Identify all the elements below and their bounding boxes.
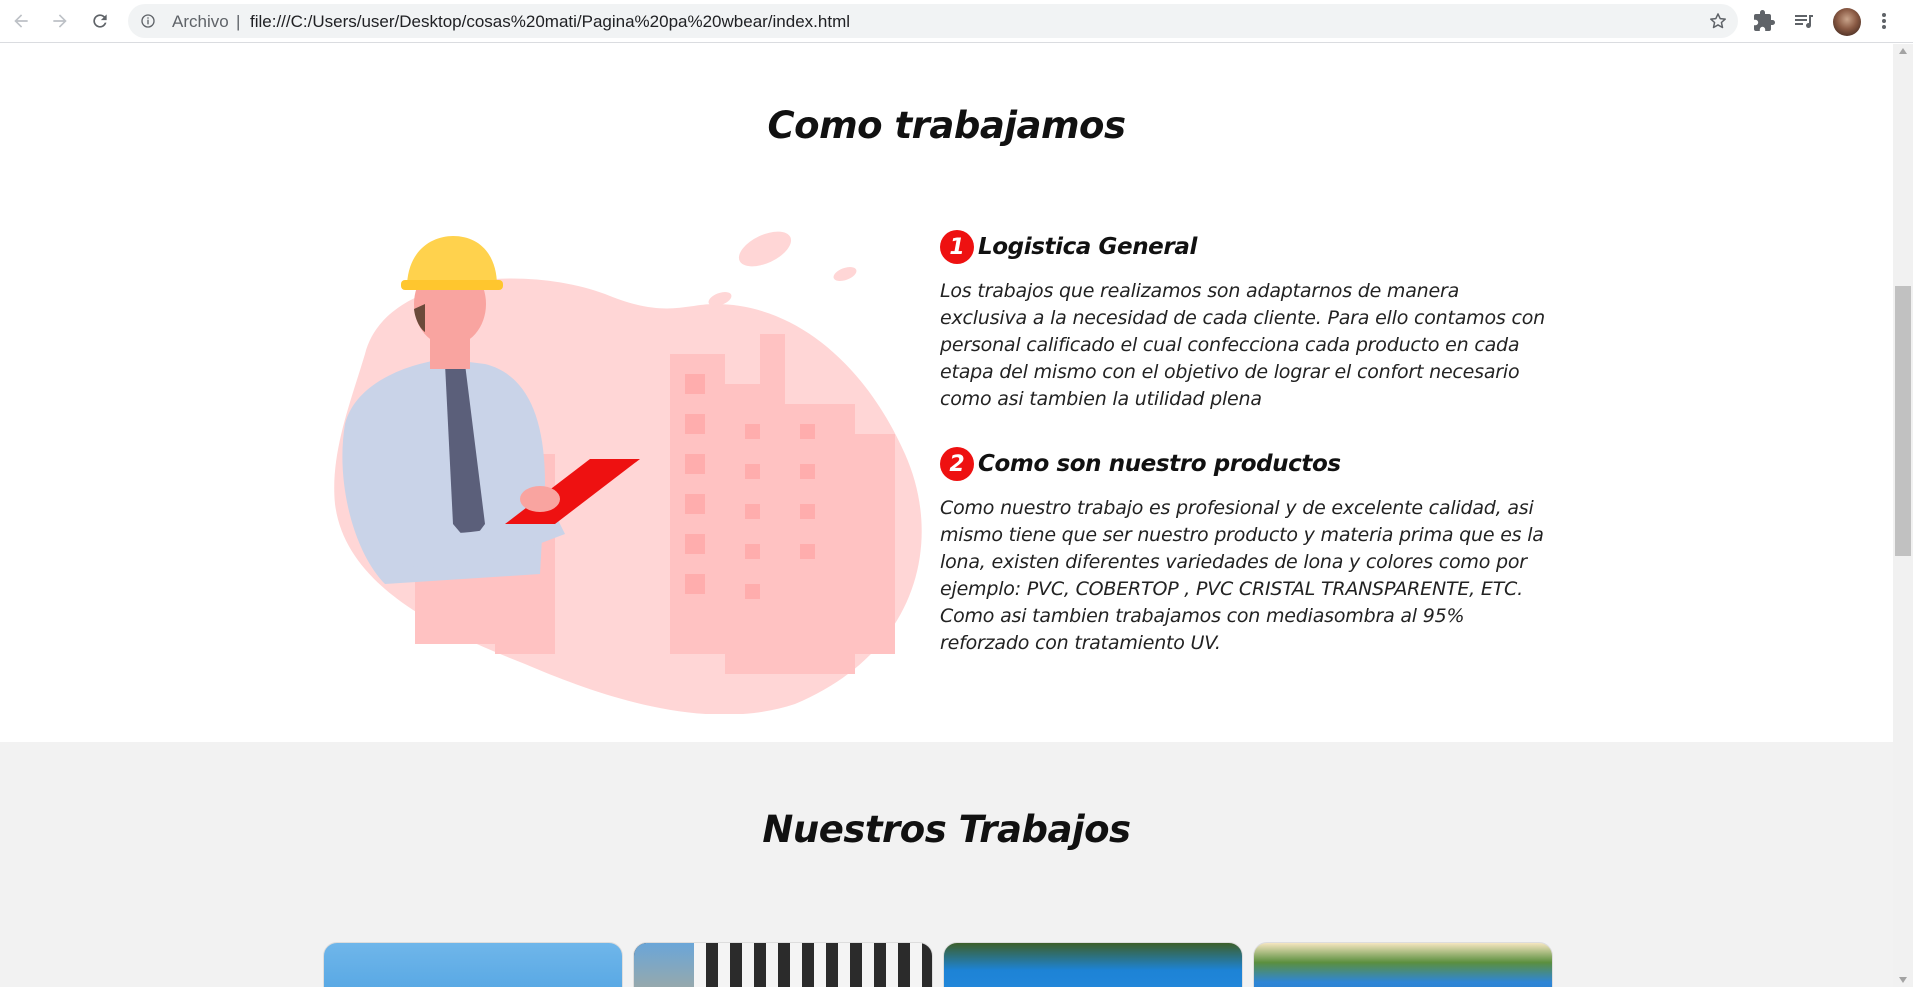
scrollbar-thumb[interactable] <box>1895 286 1911 556</box>
forward-icon <box>53 14 67 28</box>
section-title: Nuestros Trabajos <box>762 808 1131 851</box>
feature-productos: 2 Como son nuestro productos Como nuestr… <box>940 446 1550 657</box>
browser-toolbar: Archivo | file:///C:/Users/user/Desktop/… <box>0 0 1913 43</box>
leaves <box>708 231 857 306</box>
feature-logistica: 1 Logistica General Los trabajos que rea… <box>940 229 1550 413</box>
extensions-icon[interactable] <box>1752 9 1776 33</box>
reload-button[interactable] <box>87 8 113 34</box>
feature-description: Como nuestro trabajo es profesional y de… <box>940 497 1544 654</box>
work-thumbnail[interactable] <box>943 942 1243 987</box>
back-button[interactable] <box>8 8 34 34</box>
star-icon[interactable] <box>1708 11 1728 31</box>
scroll-up-arrow[interactable] <box>1899 48 1907 54</box>
reload-icon <box>93 14 107 28</box>
menu-icon[interactable] <box>1876 9 1892 33</box>
worker-illustration <box>334 231 922 714</box>
works-gallery <box>323 942 1563 987</box>
scroll-down-arrow[interactable] <box>1899 977 1907 983</box>
scheme-separator: | <box>236 12 241 31</box>
feature-number-badge: 2 <box>940 447 974 481</box>
feature-title: Logistica General <box>978 234 1197 260</box>
work-thumbnail[interactable] <box>323 942 623 987</box>
media-icon[interactable] <box>1792 9 1816 33</box>
section-title: Como trabajamos <box>767 104 1126 147</box>
scheme-label: Archivo <box>172 12 229 31</box>
work-thumbnail[interactable] <box>1253 942 1553 987</box>
feature-number-badge: 1 <box>940 230 974 264</box>
vertical-scrollbar[interactable] <box>1893 44 1913 987</box>
feature-description: Los trabajos que realizamos son adaptarn… <box>940 280 1545 410</box>
address-bar[interactable]: Archivo | file:///C:/Users/user/Desktop/… <box>128 4 1738 38</box>
info-icon[interactable] <box>140 13 156 29</box>
work-thumbnail[interactable] <box>633 942 933 987</box>
feature-title: Como son nuestro productos <box>978 451 1341 477</box>
avatar[interactable] <box>1833 8 1861 36</box>
section-como-trabajamos: Como trabajamos 1 Logistica General Los … <box>0 44 1893 742</box>
forward-button[interactable] <box>47 8 73 34</box>
helmet <box>407 236 497 286</box>
back-icon <box>14 14 28 28</box>
url-text[interactable]: file:///C:/Users/user/Desktop/cosas%20ma… <box>250 12 850 32</box>
page-viewport: Como trabajamos 1 Logistica General Los … <box>0 44 1893 987</box>
